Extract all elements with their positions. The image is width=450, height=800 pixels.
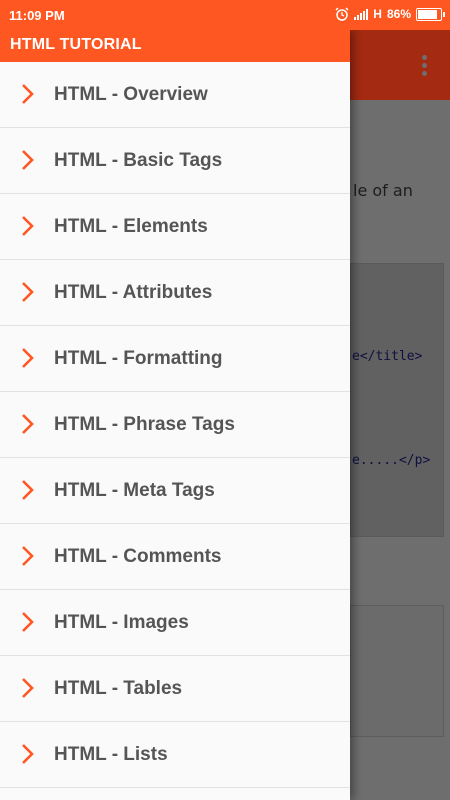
drawer-item-lists[interactable]: HTML - Lists — [0, 722, 350, 788]
drawer-item-label: HTML - Formatting — [54, 348, 223, 369]
network-type: H — [373, 7, 382, 21]
drawer-list: HTML - Overview HTML - Basic Tags HTML -… — [0, 62, 350, 788]
chevron-right-icon — [22, 216, 34, 236]
status-bar: 11:09 PM H 86% — [0, 0, 450, 30]
drawer-item-meta-tags[interactable]: HTML - Meta Tags — [0, 458, 350, 524]
drawer-item-label: HTML - Images — [54, 612, 189, 633]
code-line: e</title> — [352, 349, 423, 364]
drawer-item-overview[interactable]: HTML - Overview — [0, 62, 350, 128]
chevron-right-icon — [22, 282, 34, 302]
drawer-item-label: HTML - Tables — [54, 678, 183, 699]
chevron-right-icon — [22, 414, 34, 434]
drawer-item-elements[interactable]: HTML - Elements — [0, 194, 350, 260]
drawer-item-label: HTML - Overview — [54, 84, 208, 105]
battery-icon — [416, 7, 445, 21]
status-time: 11:09 PM — [9, 8, 65, 23]
content-text-fragment: le of an — [353, 181, 413, 200]
chevron-right-icon — [22, 678, 34, 698]
signal-icon — [354, 8, 369, 20]
drawer-title: HTML TUTORIAL — [10, 36, 142, 53]
code-block: e</title> e.....</p> — [350, 263, 444, 537]
drawer-item-formatting[interactable]: HTML - Formatting — [0, 326, 350, 392]
overflow-menu-icon[interactable] — [422, 55, 428, 79]
drawer-item-phrase-tags[interactable]: HTML - Phrase Tags — [0, 392, 350, 458]
drawer-item-images[interactable]: HTML - Images — [0, 590, 350, 656]
status-icons: H 86% — [335, 7, 445, 21]
code-block — [350, 605, 444, 737]
chevron-right-icon — [22, 348, 34, 368]
drawer-item-basic-tags[interactable]: HTML - Basic Tags — [0, 128, 350, 194]
navigation-drawer: HTML TUTORIAL HTML - Overview HTML - Bas… — [0, 30, 350, 800]
drawer-item-label: HTML - Lists — [54, 744, 168, 765]
chevron-right-icon — [22, 480, 34, 500]
battery-percent: 86% — [386, 7, 411, 21]
drawer-item-attributes[interactable]: HTML - Attributes — [0, 260, 350, 326]
chevron-right-icon — [22, 150, 34, 170]
drawer-item-comments[interactable]: HTML - Comments — [0, 524, 350, 590]
drawer-item-label: HTML - Meta Tags — [54, 480, 215, 501]
chevron-right-icon — [22, 612, 34, 632]
drawer-item-label: HTML - Comments — [54, 546, 222, 567]
chevron-right-icon — [22, 744, 34, 764]
chevron-right-icon — [22, 546, 34, 566]
drawer-item-label: HTML - Attributes — [54, 282, 213, 303]
drawer-item-label: HTML - Elements — [54, 216, 208, 237]
alarm-icon — [335, 7, 349, 21]
drawer-item-label: HTML - Basic Tags — [54, 150, 223, 171]
drawer-header: HTML TUTORIAL — [0, 30, 350, 62]
drawer-item-tables[interactable]: HTML - Tables — [0, 656, 350, 722]
code-line: e.....</p> — [352, 453, 431, 468]
drawer-item-label: HTML - Phrase Tags — [54, 414, 235, 435]
chevron-right-icon — [22, 84, 34, 104]
